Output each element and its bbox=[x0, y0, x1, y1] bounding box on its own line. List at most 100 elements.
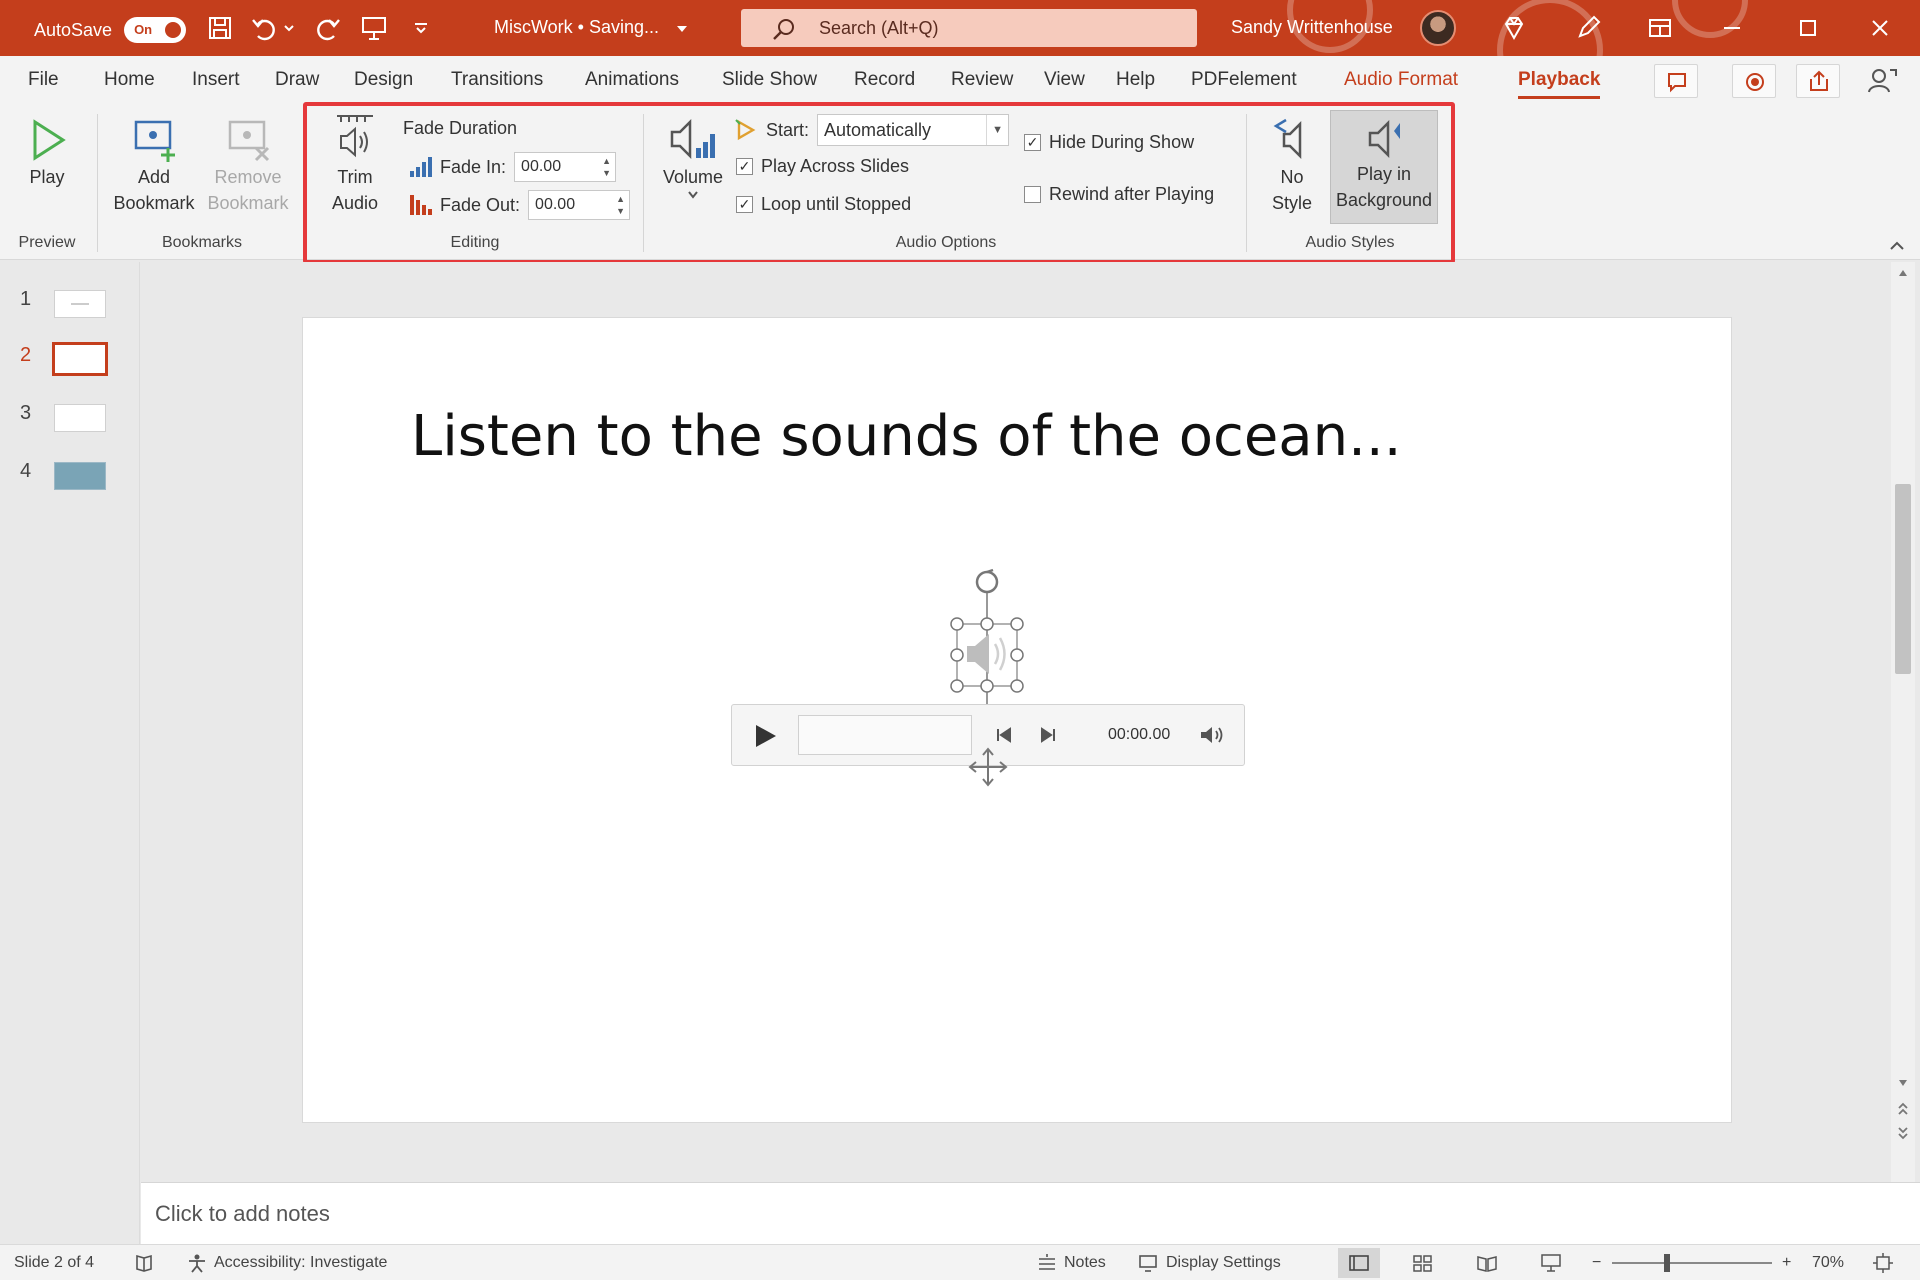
scrollbar-thumb[interactable] bbox=[1895, 484, 1911, 674]
user-name[interactable]: Sandy Writtenhouse bbox=[1231, 17, 1393, 38]
play-preview-button[interactable]: Play bbox=[16, 116, 78, 190]
slide-title[interactable]: Listen to the sounds of the ocean... bbox=[411, 404, 1402, 469]
zoom-slider[interactable] bbox=[1612, 1262, 1772, 1264]
zoom-in-button[interactable]: + bbox=[1782, 1254, 1791, 1272]
hide-during-show-checkbox[interactable]: ✓ bbox=[1024, 134, 1041, 151]
slide-thumbnail[interactable] bbox=[54, 462, 106, 490]
share-button[interactable] bbox=[1796, 64, 1840, 98]
trim-audio-button[interactable]: Trim Audio bbox=[320, 112, 390, 216]
fit-to-window-icon[interactable] bbox=[1872, 1252, 1894, 1274]
start-value: Automatically bbox=[824, 120, 932, 140]
customize-qat-icon[interactable] bbox=[412, 14, 430, 42]
tab-draw[interactable]: Draw bbox=[275, 69, 319, 91]
slide-thumbnail[interactable] bbox=[54, 290, 106, 318]
undo-dropdown-icon[interactable] bbox=[282, 14, 296, 42]
audio-progress-track[interactable] bbox=[798, 715, 972, 755]
tab-playback[interactable]: Playback bbox=[1518, 69, 1601, 99]
slide-thumbnail-active[interactable] bbox=[52, 342, 108, 376]
redo-icon[interactable] bbox=[314, 14, 342, 42]
autosave-toggle[interactable]: On bbox=[124, 17, 187, 43]
previous-slide-icon[interactable] bbox=[1897, 1102, 1909, 1116]
close-icon[interactable] bbox=[1866, 14, 1894, 42]
volume-button[interactable]: Volume bbox=[654, 116, 732, 200]
normal-view-button[interactable] bbox=[1338, 1248, 1380, 1278]
tab-view[interactable]: View bbox=[1044, 69, 1085, 91]
autosave-control[interactable]: AutoSave On bbox=[34, 17, 187, 43]
tab-audio-format[interactable]: Audio Format bbox=[1344, 69, 1458, 91]
move-handle-icon[interactable] bbox=[967, 746, 1009, 788]
minimize-icon[interactable] bbox=[1718, 14, 1746, 42]
diamond-icon[interactable] bbox=[1500, 14, 1528, 42]
divider bbox=[305, 114, 306, 252]
coauthor-icon[interactable] bbox=[1864, 64, 1900, 98]
zoom-out-button[interactable]: − bbox=[1592, 1254, 1601, 1272]
tab-home[interactable]: Home bbox=[104, 69, 155, 91]
zoom-level[interactable]: 70% bbox=[1812, 1254, 1844, 1272]
slide-show-icon[interactable] bbox=[1540, 1253, 1562, 1273]
accessibility-icon[interactable] bbox=[186, 1253, 208, 1273]
document-title[interactable]: MiscWork • Saving... bbox=[494, 17, 659, 38]
ribbon-display-icon[interactable] bbox=[1646, 14, 1674, 42]
maximize-icon[interactable] bbox=[1794, 14, 1822, 42]
chevron-down-icon[interactable] bbox=[676, 24, 688, 34]
notes-button[interactable]: Notes bbox=[1064, 1254, 1106, 1272]
display-settings-button[interactable]: Display Settings bbox=[1166, 1254, 1281, 1272]
comments-button[interactable] bbox=[1654, 64, 1698, 98]
play-icon[interactable] bbox=[750, 721, 780, 751]
fade-out-spinner-icon[interactable]: ▲ ▼ bbox=[616, 193, 625, 217]
tab-transitions[interactable]: Transitions bbox=[451, 69, 543, 91]
scroll-up-icon[interactable] bbox=[1897, 268, 1909, 278]
notes-icon[interactable] bbox=[1036, 1253, 1058, 1273]
tab-design[interactable]: Design bbox=[354, 69, 413, 91]
tab-pdfelement[interactable]: PDFelement bbox=[1191, 69, 1297, 91]
tab-slide-show[interactable]: Slide Show bbox=[722, 69, 817, 91]
slide-thumbnail[interactable] bbox=[54, 404, 106, 432]
play-in-background-button[interactable]: Play in Background bbox=[1330, 110, 1438, 224]
notes-pane[interactable]: Click to add notes bbox=[141, 1182, 1920, 1244]
play-across-slides-row[interactable]: ✓ Play Across Slides bbox=[736, 156, 909, 177]
present-from-start-icon[interactable] bbox=[360, 14, 388, 42]
vertical-scrollbar[interactable] bbox=[1891, 262, 1915, 1182]
hide-during-show-row[interactable]: ✓ Hide During Show bbox=[1024, 132, 1194, 153]
avatar[interactable] bbox=[1420, 10, 1456, 46]
collapse-ribbon-icon[interactable] bbox=[1888, 240, 1906, 252]
accessibility-status[interactable]: Accessibility: Investigate bbox=[214, 1254, 387, 1272]
start-dropdown[interactable]: Automatically ▼ bbox=[817, 114, 1010, 146]
tab-review[interactable]: Review bbox=[951, 69, 1013, 91]
record-button[interactable] bbox=[1732, 64, 1776, 98]
slide-canvas[interactable]: Listen to the sounds of the ocean... 00:… bbox=[303, 318, 1731, 1122]
zoom-slider-thumb[interactable] bbox=[1664, 1254, 1670, 1272]
chevron-down-icon[interactable]: ▼ bbox=[986, 115, 1008, 145]
play-across-slides-checkbox[interactable]: ✓ bbox=[736, 158, 753, 175]
tab-insert[interactable]: Insert bbox=[192, 69, 240, 91]
play-label: Play bbox=[29, 167, 65, 187]
skip-back-icon[interactable] bbox=[994, 725, 1014, 745]
speaker-icon[interactable] bbox=[1198, 724, 1226, 746]
rewind-after-playing-checkbox[interactable] bbox=[1024, 186, 1041, 203]
no-style-button[interactable]: No Style bbox=[1256, 116, 1328, 216]
undo-icon[interactable] bbox=[250, 14, 278, 42]
tab-help[interactable]: Help bbox=[1116, 69, 1155, 91]
add-bookmark-button[interactable]: Add Bookmark bbox=[108, 116, 200, 216]
tab-record[interactable]: Record bbox=[854, 69, 915, 91]
display-settings-icon[interactable] bbox=[1138, 1253, 1160, 1273]
spell-check-icon[interactable] bbox=[134, 1253, 154, 1273]
pen-icon[interactable] bbox=[1574, 14, 1602, 42]
remove-bookmark-button[interactable]: Remove Bookmark bbox=[200, 116, 296, 216]
fade-in-input[interactable]: 00.00 ▲ ▼ bbox=[514, 152, 617, 182]
skip-forward-icon[interactable] bbox=[1038, 725, 1058, 745]
rewind-after-playing-row[interactable]: Rewind after Playing bbox=[1024, 184, 1214, 205]
loop-until-stopped-checkbox[interactable]: ✓ bbox=[736, 196, 753, 213]
tab-file[interactable]: File bbox=[28, 69, 59, 91]
fade-in-spinner-icon[interactable]: ▲ ▼ bbox=[602, 155, 611, 179]
audio-object-icon[interactable] bbox=[945, 568, 1029, 708]
next-slide-icon[interactable] bbox=[1897, 1126, 1909, 1140]
tab-animations[interactable]: Animations bbox=[585, 69, 679, 91]
fade-out-input[interactable]: 00.00 ▲ ▼ bbox=[528, 190, 631, 220]
loop-until-stopped-row[interactable]: ✓ Loop until Stopped bbox=[736, 194, 911, 215]
reading-view-icon[interactable] bbox=[1476, 1254, 1498, 1272]
scroll-down-icon[interactable] bbox=[1897, 1078, 1909, 1088]
search-input[interactable]: Search (Alt+Q) bbox=[741, 9, 1197, 47]
save-icon[interactable] bbox=[206, 14, 234, 42]
slide-sorter-icon[interactable] bbox=[1412, 1254, 1434, 1272]
